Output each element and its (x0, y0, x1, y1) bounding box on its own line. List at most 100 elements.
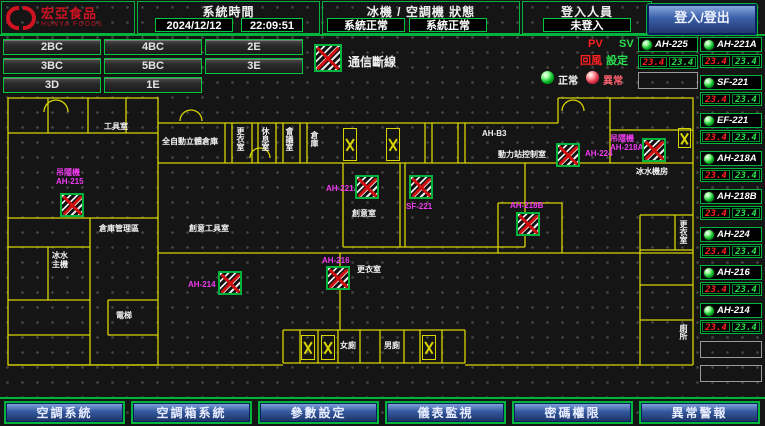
nav-button-3[interactable]: 參數設定 (258, 401, 379, 424)
unit-label: AH-218B (717, 191, 757, 202)
nav-button-1[interactable]: 空調系統 (4, 401, 125, 424)
nav-button-label: 空調箱系統 (133, 403, 250, 422)
unit-label: AH-218A (717, 153, 757, 164)
room-label: 男廁 (384, 341, 400, 350)
normal-legend: 正常 (558, 72, 578, 87)
unit-label: AH-216 (717, 267, 750, 278)
sv-value: 23.4 (732, 56, 760, 66)
nav-button-label: 儀表監視 (387, 403, 504, 422)
stair-cross-icon (422, 335, 436, 360)
nav-button-2[interactable]: 空調箱系統 (131, 401, 252, 424)
unit-tile-sf-221[interactable]: SF-221 (700, 75, 762, 90)
room-label: 全自動立體倉庫 (162, 137, 218, 146)
comm-fail-marker[interactable] (516, 212, 540, 236)
unit-block-ah-224: AH-224 23.423.4 (700, 227, 762, 258)
ahu-label: SF-221 (406, 202, 432, 211)
comm-fail-marker[interactable] (556, 143, 580, 167)
status-lamp-icon (703, 229, 715, 241)
room-label: 倉庫管理區 (99, 224, 139, 233)
status-lamp-icon (703, 39, 715, 51)
unit-tile-ef-221[interactable]: EF-221 (700, 113, 762, 128)
ahu-label: AH-224 (585, 149, 613, 158)
nav-button-label: 參數設定 (260, 403, 377, 422)
pv-name-legend: 回風 (580, 52, 602, 68)
ahu-label: 吊隱機 AH-218A (610, 134, 643, 152)
abnormal-legend: 異常 (603, 72, 623, 87)
unit-values: 23.423.4 (700, 244, 762, 258)
status-lamp-icon (703, 191, 715, 203)
comm-fail-marker[interactable] (355, 175, 379, 199)
chiller-status-field: 系統正常 (327, 18, 405, 32)
empty-slot (638, 72, 698, 89)
pv-value: 23.4 (702, 284, 730, 294)
unit-values: 23.423.4 (700, 130, 762, 144)
comm-fail-marker[interactable] (409, 175, 433, 199)
comm-fail-marker[interactable] (218, 271, 242, 295)
ahu-label: AH-214 (188, 280, 216, 289)
floor-button-5bc[interactable]: 5BC (104, 58, 202, 74)
nav-button-6[interactable]: 異常警報 (639, 401, 760, 424)
room-label: 更衣室 (236, 127, 245, 151)
pv-value: 23.4 (640, 57, 667, 67)
unit-block-ah-216: AH-216 23.423.4 (700, 265, 762, 296)
status-lamp-icon (703, 267, 715, 279)
abnormal-lamp-icon (585, 70, 600, 85)
hmi-screen: 工具室全自動立體倉庫更衣室休息室會議室倉庫AH-B3動力站控制室吊隱機 AH-2… (0, 0, 765, 426)
unit-tile-ah-218b[interactable]: AH-218B (700, 189, 762, 204)
floor-button-1e[interactable]: 1E (104, 77, 202, 93)
floor-button-4bc[interactable]: 4BC (104, 39, 202, 55)
units-panel: AH-221A23.423.4SF-22123.423.4EF-22123.42… (700, 37, 762, 382)
nav-button-label: 空調系統 (6, 403, 123, 422)
unit-values: 23.423.4 (700, 320, 762, 334)
sv-value: 23.4 (732, 170, 760, 180)
sv-value: 23.4 (732, 322, 760, 332)
pv-value: 23.4 (702, 94, 730, 104)
unit-block-ah-221a: AH-221A23.423.4 (700, 37, 762, 68)
nav-button-label: 密碼權限 (514, 403, 631, 422)
room-label: 工具室 (104, 122, 128, 131)
nav-button-5[interactable]: 密碼權限 (512, 401, 633, 424)
unit-tile-ah-218a[interactable]: AH-218A (700, 151, 762, 166)
floor-button-3bc[interactable]: 3BC (3, 58, 101, 74)
comm-fail-marker[interactable] (642, 138, 666, 162)
login-section: 登入人員 未登入 (522, 1, 652, 34)
status-lamp-icon (641, 39, 653, 51)
unit-label: SF-221 (717, 77, 748, 88)
unit-block-sf-221: SF-221 23.423.4 (700, 75, 762, 106)
status-lamp-icon (703, 115, 715, 127)
unit-tile-ah-225[interactable]: AH-225 (638, 37, 698, 52)
unit-label: AH-221A (717, 39, 757, 50)
login-logout-button[interactable]: 登入/登出 (647, 4, 757, 35)
floor-button-2e[interactable]: 2E (205, 39, 303, 55)
pv-value: 23.4 (702, 322, 730, 332)
nav-button-4[interactable]: 儀表監視 (385, 401, 506, 424)
floor-button-2bc[interactable]: 2BC (3, 39, 101, 55)
unit-label: AH-214 (717, 305, 750, 316)
unit-tile-ah-214[interactable]: AH-214 (700, 303, 762, 318)
unit-label: EF-221 (717, 115, 748, 126)
pv-value: 23.4 (702, 132, 730, 142)
sv-value: 23.4 (732, 132, 760, 142)
system-time-section: 系統時間 2024/12/12 22:09:51 (137, 1, 320, 34)
floor-button-3e[interactable]: 3E (205, 58, 303, 74)
floor-button-3d[interactable]: 3D (3, 77, 101, 93)
room-label: 會議室 (285, 127, 294, 151)
unit-tile-ah-216[interactable]: AH-216 (700, 265, 762, 280)
unit-block-ah-225: AH-225 23.4 23.4 (638, 37, 698, 89)
unit-tile-ah-221a[interactable]: AH-221A (700, 37, 762, 52)
room-label: 更衣室 (679, 220, 688, 244)
sv-value: 23.4 (732, 208, 760, 218)
sv-value: 23.4 (732, 284, 760, 294)
status-lamp-icon (703, 305, 715, 317)
clock-field: 22:09:51 (241, 18, 303, 32)
comm-fail-marker[interactable] (60, 193, 84, 217)
unit-tile-ah-224[interactable]: AH-224 (700, 227, 762, 242)
stair-cross-icon (321, 335, 335, 360)
sv-name-legend: 設定 (606, 52, 628, 68)
empty-slot (700, 365, 762, 382)
logo: 宏亞食品 HUNYA FOODS (1, 1, 135, 34)
sv-value: 23.4 (669, 57, 696, 67)
unit-values: 23.423.4 (700, 92, 762, 106)
comm-fail-marker[interactable] (326, 266, 350, 290)
unit-block-ah-218a: AH-218A23.423.4 (700, 151, 762, 182)
